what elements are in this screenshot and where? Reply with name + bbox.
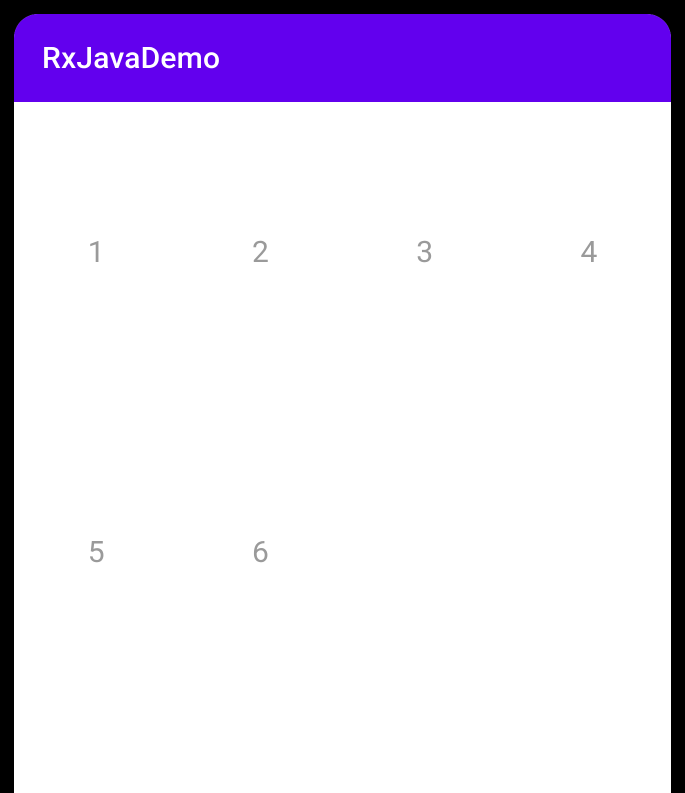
grid-item[interactable]: 3 (343, 102, 507, 402)
grid-item-label: 5 (88, 535, 105, 570)
grid-item[interactable]: 4 (507, 102, 671, 402)
grid-item[interactable]: 6 (178, 402, 342, 702)
grid-container[interactable]: 1 2 3 4 5 6 (14, 102, 671, 702)
grid-item[interactable]: 2 (178, 102, 342, 402)
content-area: 1 2 3 4 5 6 (14, 102, 671, 793)
app-bar: RxJavaDemo (14, 14, 671, 102)
grid-item[interactable]: 1 (14, 102, 178, 402)
grid-item[interactable]: 5 (14, 402, 178, 702)
grid-item-label: 3 (416, 235, 433, 270)
grid-item-label: 1 (88, 235, 105, 270)
grid-item-label: 6 (252, 535, 269, 570)
device-frame: RxJavaDemo 1 2 3 4 5 6 (0, 0, 685, 793)
app-title: RxJavaDemo (42, 41, 220, 76)
grid-item-label: 4 (580, 235, 597, 270)
grid-item-label: 2 (252, 235, 269, 270)
